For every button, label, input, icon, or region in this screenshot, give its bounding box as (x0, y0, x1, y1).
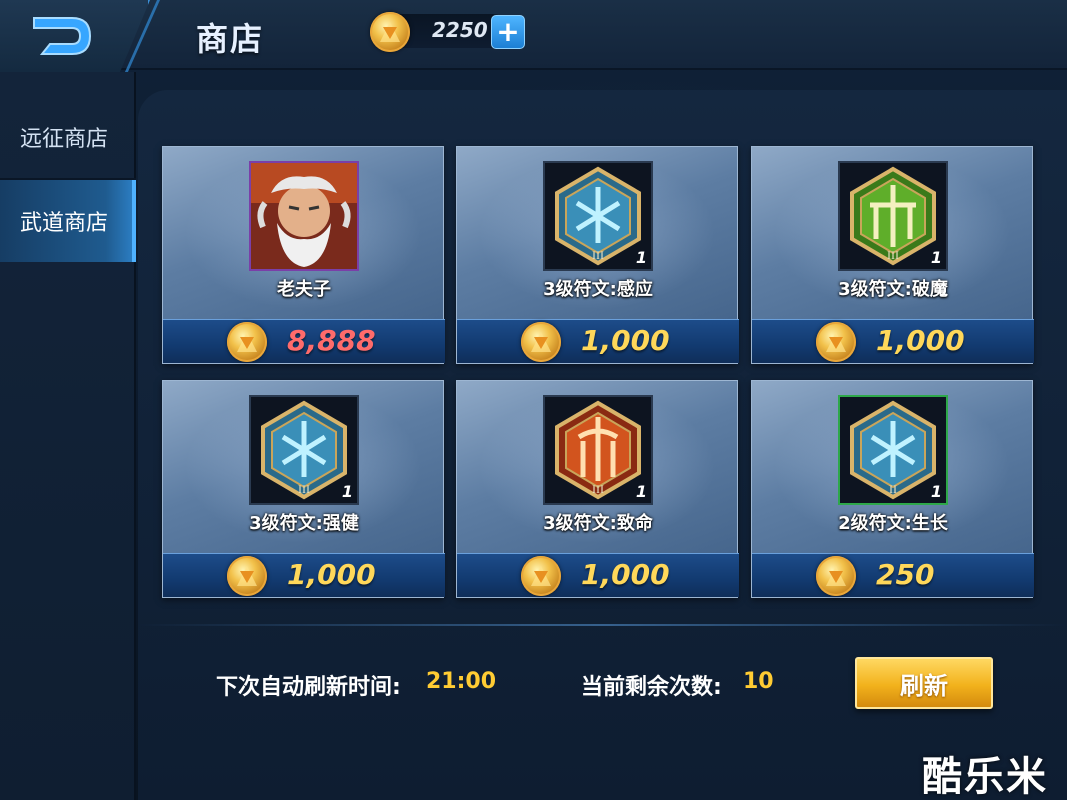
gold-balance-amount: 2250 (432, 18, 488, 42)
item-count: 1 (635, 482, 647, 501)
item-icon-frame (249, 161, 359, 271)
watermark-logo: 酷乐米 (922, 754, 1048, 800)
shop-item-card[interactable]: III 1 3级符文:致命 1,000 (456, 380, 739, 598)
sidebar-item-label: 远征商店 (20, 127, 109, 152)
item-icon-frame: III 1 (838, 161, 948, 271)
remaining-count-label: 当前剩余次数: (581, 675, 722, 700)
item-name: 3级符文:破魔 (838, 279, 948, 300)
shop-item-card[interactable]: III 1 3级符文:感应 1,000 (456, 146, 739, 364)
gold-coin-icon (816, 556, 856, 596)
item-count: 1 (635, 248, 647, 267)
shop-item-card[interactable]: 老夫子 8,888 (162, 146, 445, 364)
item-price-bar: 8,888 (163, 319, 445, 363)
item-icon-frame: III 1 (543, 161, 653, 271)
item-price-bar: 1,000 (457, 553, 739, 597)
refresh-button[interactable]: 刷新 (855, 657, 993, 709)
sidebar-item-expedition-shop[interactable]: 远征商店 (0, 96, 136, 178)
shop-item-card[interactable]: III 1 3级符文:强健 1,000 (162, 380, 445, 598)
item-count: 1 (930, 248, 942, 267)
item-price-bar: 1,000 (752, 319, 1034, 363)
item-price: 250 (876, 558, 935, 591)
item-icon-frame: III 1 (543, 395, 653, 505)
back-arrow-icon (33, 17, 92, 55)
gold-coin-icon (227, 322, 267, 362)
gold-coin-icon (521, 322, 561, 362)
item-icon-frame: II 1 (838, 395, 948, 505)
item-name: 3级符文:致命 (543, 513, 653, 534)
gold-coin-icon (521, 556, 561, 596)
svg-text:III: III (592, 248, 604, 262)
shop-item-card[interactable]: III 1 3级符文:破魔 1,000 (751, 146, 1034, 364)
item-price-bar: 250 (752, 553, 1034, 597)
hero-portrait-icon (251, 163, 357, 269)
page-title: 商店 (196, 20, 265, 58)
svg-text:III: III (298, 482, 310, 496)
remaining-count-value: 10 (743, 669, 774, 694)
item-count: 1 (930, 482, 942, 501)
gold-coin-icon (227, 556, 267, 596)
item-price: 8,888 (287, 324, 376, 357)
gold-coin-icon (370, 12, 410, 52)
item-price-bar: 1,000 (163, 553, 445, 597)
item-price-bar: 1,000 (457, 319, 739, 363)
item-price: 1,000 (581, 558, 670, 591)
sidebar-item-label: 武道商店 (20, 211, 109, 236)
top-bar (0, 0, 1067, 70)
item-icon-frame: III 1 (249, 395, 359, 505)
shop-item-card[interactable]: II 1 2级符文:生长 250 (751, 380, 1034, 598)
item-name: 3级符文:感应 (543, 279, 653, 300)
item-price: 1,000 (876, 324, 965, 357)
divider (138, 624, 1067, 626)
item-name: 2级符文:生长 (838, 513, 948, 534)
next-refresh-label: 下次自动刷新时间: (216, 675, 401, 700)
sidebar: 远征商店 武道商店 (0, 72, 136, 800)
svg-text:II: II (889, 482, 897, 496)
next-refresh-time: 21:00 (426, 669, 497, 694)
sidebar-item-martial-shop[interactable]: 武道商店 (0, 180, 136, 262)
item-price: 1,000 (287, 558, 376, 591)
item-name: 老夫子 (277, 279, 331, 300)
svg-text:III: III (887, 248, 899, 262)
add-gold-button[interactable]: + (491, 15, 525, 49)
svg-text:III: III (592, 482, 604, 496)
item-price: 1,000 (581, 324, 670, 357)
item-name: 3级符文:强健 (249, 513, 359, 534)
item-count: 1 (341, 482, 353, 501)
gold-coin-icon (816, 322, 856, 362)
